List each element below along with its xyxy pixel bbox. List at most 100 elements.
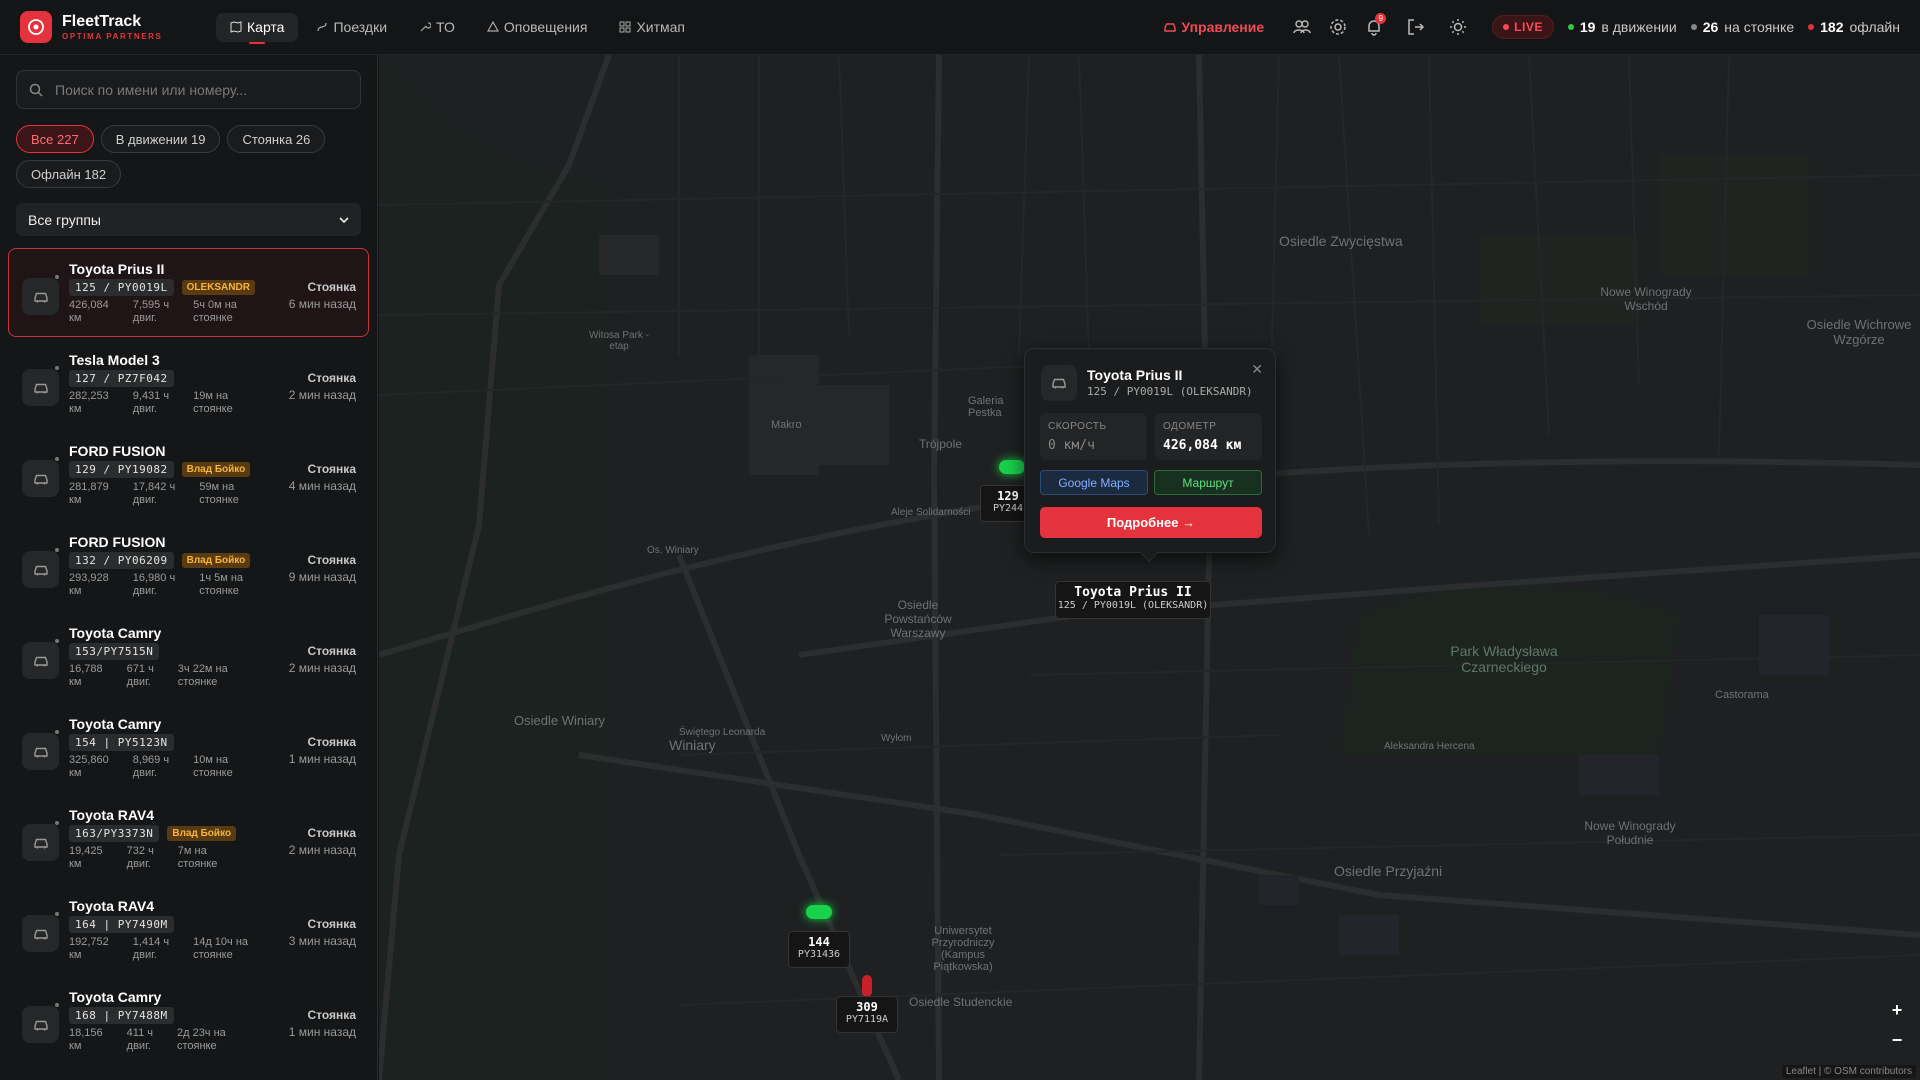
wrench-icon: [420, 22, 432, 32]
vehicle-hours-unit: двиг.: [126, 676, 151, 689]
offline-dot-icon: [1808, 24, 1815, 30]
vehicle-card[interactable]: Toyota Camry 153/PY7515N 16,788 км 671 ч двиг…: [8, 612, 369, 701]
vehicle-hours: 411 ч: [126, 1027, 153, 1039]
status-dot-icon: [54, 456, 60, 462]
vehicle-card[interactable]: Tesla Model 3 127 / PZ7F042 282,253 км 9,431…: [8, 339, 369, 428]
notifications-button[interactable]: 9: [1356, 9, 1392, 45]
nav-heatmap[interactable]: Хитмап: [605, 13, 699, 42]
google-maps-button[interactable]: Google Maps: [1040, 470, 1148, 495]
place-label: Osiedle Winiary: [514, 713, 606, 728]
filter-offline[interactable]: Офлайн 182: [16, 160, 122, 188]
filter-parked[interactable]: Стоянка 26: [227, 125, 326, 153]
speed-value: 0 км/ч: [1048, 438, 1095, 453]
nav-alerts-label: Оповещения: [503, 19, 588, 35]
stat-parked-count: 26: [1702, 19, 1719, 35]
vehicle-park: 7м на: [177, 845, 207, 857]
vehicle-card[interactable]: Toyota RAV4 164 | PY7490M 192,752 км 1,414 ч…: [8, 885, 369, 974]
vehicle-km: 192,752: [69, 936, 109, 948]
vehicle-km: 282,253: [69, 390, 109, 402]
details-button[interactable]: Подробнее →: [1040, 507, 1262, 538]
filter-moving[interactable]: В движении 19: [100, 125, 221, 153]
vehicle-name: FORD FUSION: [69, 534, 166, 550]
nav-map[interactable]: Карта: [216, 12, 299, 44]
vehicle-hours: 16,980 ч: [132, 572, 176, 584]
close-icon[interactable]: ✕: [1251, 361, 1263, 378]
vehicle-sidebar: Все 227 В движении 19 Стоянка 26 Офлайн …: [0, 55, 378, 1080]
route-button[interactable]: Маршрут: [1154, 470, 1262, 495]
vehicle-park-unit: стоянке: [193, 949, 233, 962]
stat-parked-label: на стоянке: [1724, 19, 1795, 35]
status-dot-icon: [54, 274, 60, 280]
vehicle-park: 59м на: [199, 481, 235, 493]
map-tiles[interactable]: [379, 55, 1920, 1080]
settings-button[interactable]: [1320, 9, 1356, 45]
place-label: Aleje Solidarności: [891, 507, 971, 518]
nav-alerts[interactable]: Оповещения: [473, 13, 602, 42]
vehicle-card[interactable]: Toyota RAV4 163/PY3373N Влад Бойко 19,425 км…: [8, 794, 369, 883]
speed-label: СКОРОСТЬ: [1048, 421, 1107, 432]
marker-number: 309: [856, 1000, 878, 1014]
driver-badge: Влад Бойко: [181, 553, 251, 568]
vehicle-status: Стоянка: [307, 371, 357, 385]
theme-toggle-button[interactable]: [1440, 9, 1476, 45]
vehicle-km: 281,879: [69, 481, 109, 493]
status-dot-icon: [54, 911, 60, 917]
vehicle-km: 426,084: [69, 299, 109, 311]
stat-offline-count: 182: [1820, 19, 1844, 35]
vehicle-marker-label[interactable]: 144 PY31436: [788, 931, 850, 968]
speed-box: СКОРОСТЬ 0 км/ч: [1040, 413, 1147, 460]
vehicle-card[interactable]: Toyota Camry 168 | PY7488M 18,156 км 411 ч дв…: [8, 976, 369, 1065]
vehicle-card[interactable]: Toyota Camry 154 | PY5123N 325,860 км 8,969 …: [8, 703, 369, 792]
vehicle-name: Toyota Prius II: [69, 261, 165, 277]
groups-select[interactable]: Все группы: [16, 203, 361, 236]
vehicle-km-unit: км: [69, 494, 82, 507]
nav-trips[interactable]: Поездки: [302, 13, 401, 42]
logo-mark-icon: [20, 11, 52, 43]
vehicle-marker-moving[interactable]: [999, 460, 1025, 474]
vehicle-last-seen: 3 мин назад: [288, 933, 356, 948]
vehicle-card[interactable]: FORD FUSION 129 / PY19082 Влад Бойко 281,87…: [8, 430, 369, 519]
car-icon: [22, 1006, 59, 1043]
app-logo[interactable]: FleetTrack OPTIMA PARTNERS: [20, 11, 198, 43]
selected-vehicle-label[interactable]: Toyota Prius II 125 / PY0019L (OLEKSANDR…: [1055, 581, 1211, 619]
parked-dot-icon: [1690, 24, 1697, 30]
vehicle-plate: 168 | PY7488M: [69, 1007, 174, 1024]
place-label: Osiedle Wichrowe Wzgórze: [1806, 317, 1912, 347]
vehicle-km-unit: км: [69, 949, 82, 962]
vehicle-hours-unit: двиг.: [126, 1040, 151, 1053]
nav-maintenance[interactable]: ТО: [405, 13, 469, 42]
zoom-in-button[interactable]: +: [1882, 995, 1912, 1025]
car-icon: [22, 369, 59, 406]
users-button[interactable]: [1284, 9, 1320, 45]
car-icon: [22, 915, 59, 952]
vehicle-park: 10м на: [193, 754, 229, 766]
route-icon: [317, 22, 328, 32]
zoom-out-button[interactable]: −: [1882, 1025, 1912, 1055]
vehicle-card[interactable]: Toyota Prius II 125 / PY0019L OLEKSANDR 426…: [8, 248, 369, 337]
filter-all[interactable]: Все 227: [16, 125, 94, 153]
vehicle-hours: 1,414 ч: [132, 936, 170, 948]
vehicle-plate: 163/PY3373N: [69, 825, 160, 842]
vehicle-park-unit: стоянке: [193, 403, 233, 416]
map-view[interactable]: Osiedle Zwycięstwa Park Władysława Czarn…: [379, 55, 1920, 1080]
vehicle-marker-label[interactable]: 309 PY7119A: [836, 996, 898, 1033]
vehicle-marker-moving[interactable]: [806, 905, 832, 919]
stat-offline: 182 офлайн: [1808, 19, 1900, 35]
vehicle-last-seen: 1 мин назад: [288, 1024, 356, 1039]
place-label: Osiedle Studenckie: [909, 995, 1013, 1009]
map-attribution[interactable]: Leaflet | © OSM contributors: [1781, 1065, 1916, 1078]
place-label: Castorama: [1715, 689, 1769, 701]
vehicle-park-unit: стоянке: [199, 494, 239, 507]
vehicle-plate: 129 / PY19082: [69, 461, 174, 478]
vehicle-km: 18,156: [69, 1027, 103, 1039]
vehicle-marker-offline[interactable]: [862, 975, 872, 997]
vehicle-km-unit: км: [69, 858, 82, 871]
vehicle-last-seen: 2 мин назад: [288, 842, 356, 857]
vehicle-last-seen: 4 мин назад: [288, 478, 356, 493]
logout-button[interactable]: [1398, 9, 1434, 45]
manage-link[interactable]: Управление: [1163, 19, 1264, 35]
vehicle-last-seen: 1 мин назад: [288, 751, 356, 766]
search-input[interactable]: [55, 81, 335, 98]
place-label: Aleksandra Hercena: [1384, 741, 1475, 752]
vehicle-card[interactable]: FORD FUSION 132 / PY06209 Влад Бойко 293,92…: [8, 521, 369, 610]
